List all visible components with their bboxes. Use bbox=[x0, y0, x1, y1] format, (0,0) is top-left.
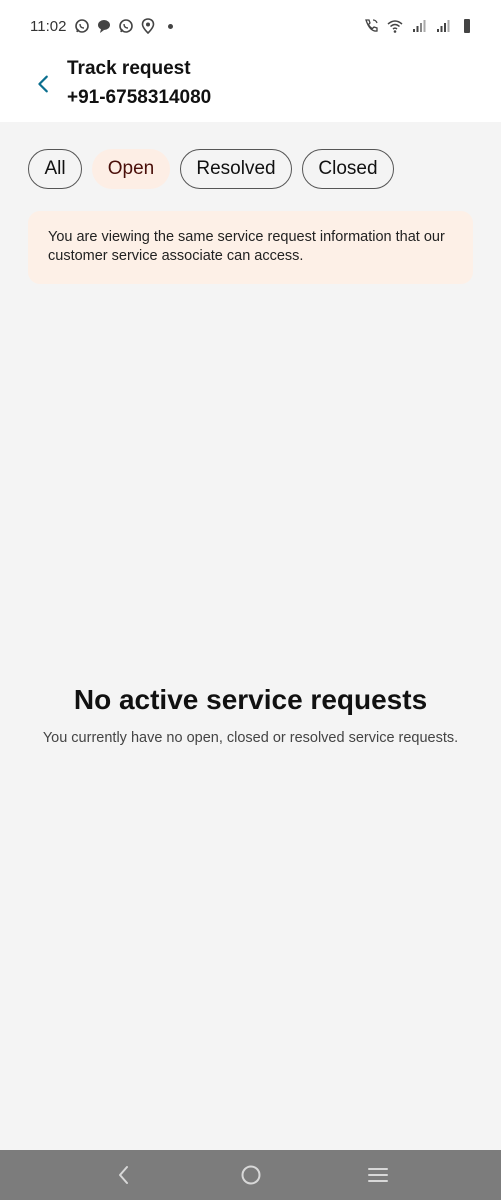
status-bar: 11:02 bbox=[0, 0, 501, 52]
home-nav-button[interactable] bbox=[231, 1155, 271, 1195]
app-header: Track request +91-6758314080 bbox=[0, 52, 501, 122]
chat-bubble-icon bbox=[96, 18, 112, 34]
empty-state-title: No active service requests bbox=[73, 684, 428, 715]
whatsapp-icon bbox=[74, 18, 90, 34]
location-icon bbox=[140, 18, 156, 34]
filter-all-chip[interactable]: All bbox=[28, 149, 82, 189]
filter-resolved-chip[interactable]: Resolved bbox=[180, 149, 292, 189]
page-title: Track request bbox=[67, 58, 191, 79]
info-banner-text: You are viewing the same service request… bbox=[48, 229, 445, 264]
filter-open-chip[interactable]: Open bbox=[92, 149, 170, 189]
dot-icon bbox=[168, 23, 174, 29]
filter-chips: All Open Resolved Closed bbox=[28, 149, 394, 189]
back-nav-button[interactable] bbox=[104, 1155, 144, 1195]
wifi-calling-icon bbox=[363, 18, 379, 34]
info-banner: You are viewing the same service request… bbox=[28, 211, 473, 284]
status-time: 11:02 bbox=[30, 17, 67, 35]
recents-nav-button[interactable] bbox=[358, 1155, 398, 1195]
status-left: 11:02 bbox=[30, 17, 174, 35]
phone-number: +91-6758314080 bbox=[67, 87, 212, 108]
empty-state-subtitle: You currently have no open, closed or re… bbox=[42, 730, 459, 746]
wifi-icon bbox=[387, 18, 403, 34]
back-nav-icon bbox=[118, 1166, 128, 1184]
recents-nav-icon bbox=[367, 1168, 388, 1182]
battery-icon bbox=[459, 18, 475, 34]
whatsapp-business-icon bbox=[118, 18, 134, 34]
chevron-left-icon bbox=[38, 75, 48, 93]
system-nav-bar bbox=[0, 1150, 501, 1200]
status-right bbox=[363, 18, 475, 34]
back-button[interactable] bbox=[26, 66, 62, 102]
home-nav-icon bbox=[241, 1165, 260, 1185]
signal-icon bbox=[435, 18, 451, 34]
signal-icon bbox=[411, 18, 427, 34]
filter-closed-chip[interactable]: Closed bbox=[302, 149, 394, 189]
